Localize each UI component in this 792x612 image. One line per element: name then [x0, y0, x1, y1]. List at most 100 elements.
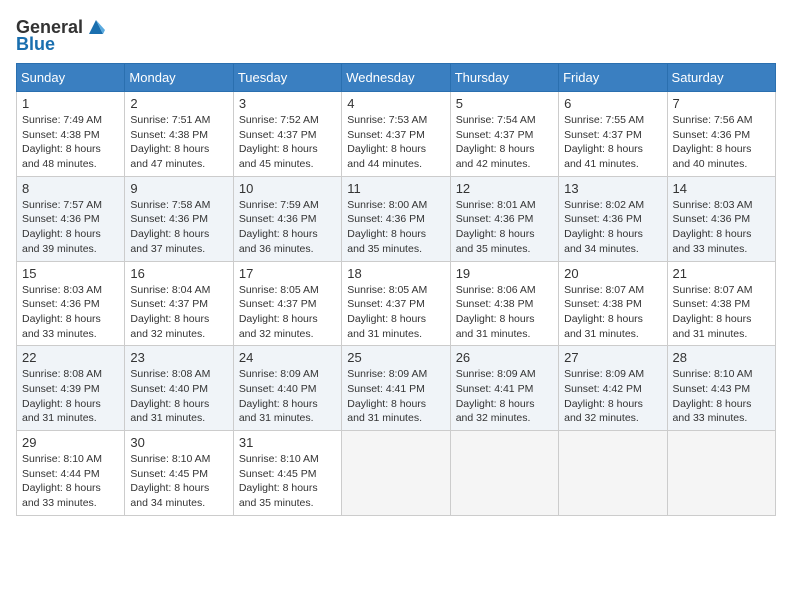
calendar-cell: 26 Sunrise: 8:09 AMSunset: 4:41 PMDayligh… [450, 346, 558, 431]
calendar-cell: 9 Sunrise: 7:58 AMSunset: 4:36 PMDaylight… [125, 176, 233, 261]
calendar-cell: 15 Sunrise: 8:03 AMSunset: 4:36 PMDayligh… [17, 261, 125, 346]
day-info: Sunrise: 7:52 AMSunset: 4:37 PMDaylight:… [239, 113, 336, 172]
day-number: 26 [456, 350, 553, 365]
day-number: 7 [673, 96, 770, 111]
calendar-cell: 20 Sunrise: 8:07 AMSunset: 4:38 PMDayligh… [559, 261, 667, 346]
calendar-cell: 19Sunrise: 8:06 AMSunset: 4:38 PMDayligh… [450, 261, 558, 346]
day-info: Sunrise: 8:09 AMSunset: 4:42 PMDaylight:… [564, 367, 661, 426]
calendar-cell: 3 Sunrise: 7:52 AMSunset: 4:37 PMDaylight… [233, 92, 341, 177]
day-number: 17 [239, 266, 336, 281]
calendar-cell: 7 Sunrise: 7:56 AMSunset: 4:36 PMDaylight… [667, 92, 775, 177]
calendar-cell: 25 Sunrise: 8:09 AMSunset: 4:41 PMDayligh… [342, 346, 450, 431]
day-info: Sunrise: 8:10 AMSunset: 4:45 PMDaylight:… [130, 452, 227, 511]
calendar-cell: 30 Sunrise: 8:10 AMSunset: 4:45 PMDayligh… [125, 431, 233, 516]
day-number: 1 [22, 96, 119, 111]
calendar-cell: 4 Sunrise: 7:53 AMSunset: 4:37 PMDaylight… [342, 92, 450, 177]
calendar-cell: 28 Sunrise: 8:10 AMSunset: 4:43 PMDayligh… [667, 346, 775, 431]
day-number: 21 [673, 266, 770, 281]
day-info: Sunrise: 8:00 AMSunset: 4:36 PMDaylight:… [347, 198, 444, 257]
day-info: Sunrise: 8:07 AMSunset: 4:38 PMDaylight:… [673, 283, 770, 342]
day-info: Sunrise: 8:10 AMSunset: 4:43 PMDaylight:… [673, 367, 770, 426]
calendar-cell: 6Sunrise: 7:55 AMSunset: 4:37 PMDaylight… [559, 92, 667, 177]
calendar-week-row: 15 Sunrise: 8:03 AMSunset: 4:36 PMDayligh… [17, 261, 776, 346]
calendar-cell [559, 431, 667, 516]
day-info: Sunrise: 8:09 AMSunset: 4:41 PMDaylight:… [347, 367, 444, 426]
day-info: Sunrise: 7:49 AMSunset: 4:38 PMDaylight:… [22, 113, 119, 172]
calendar-week-row: 22 Sunrise: 8:08 AMSunset: 4:39 PMDayligh… [17, 346, 776, 431]
day-number: 24 [239, 350, 336, 365]
logo: General Blue [16, 16, 107, 55]
header-thursday: Thursday [450, 64, 558, 92]
day-info: Sunrise: 8:09 AMSunset: 4:41 PMDaylight:… [456, 367, 553, 426]
day-number: 27 [564, 350, 661, 365]
calendar-cell: 23 Sunrise: 8:08 AMSunset: 4:40 PMDayligh… [125, 346, 233, 431]
day-info: Sunrise: 8:08 AMSunset: 4:40 PMDaylight:… [130, 367, 227, 426]
day-number: 23 [130, 350, 227, 365]
day-info: Sunrise: 8:03 AMSunset: 4:36 PMDaylight:… [22, 283, 119, 342]
calendar-week-row: 1 Sunrise: 7:49 AMSunset: 4:38 PMDaylight… [17, 92, 776, 177]
day-number: 19 [456, 266, 553, 281]
calendar-cell: 13 Sunrise: 8:02 AMSunset: 4:36 PMDayligh… [559, 176, 667, 261]
day-info: Sunrise: 8:07 AMSunset: 4:38 PMDaylight:… [564, 283, 661, 342]
day-number: 13 [564, 181, 661, 196]
day-number: 8 [22, 181, 119, 196]
calendar-cell: 10Sunrise: 7:59 AMSunset: 4:36 PMDayligh… [233, 176, 341, 261]
calendar-cell: 18 Sunrise: 8:05 AMSunset: 4:37 PMDayligh… [342, 261, 450, 346]
calendar-cell: 21 Sunrise: 8:07 AMSunset: 4:38 PMDayligh… [667, 261, 775, 346]
calendar-cell: 24 Sunrise: 8:09 AMSunset: 4:40 PMDayligh… [233, 346, 341, 431]
day-info: Sunrise: 7:57 AMSunset: 4:36 PMDaylight:… [22, 198, 119, 257]
calendar-cell [450, 431, 558, 516]
calendar-cell: 8 Sunrise: 7:57 AMSunset: 4:36 PMDaylight… [17, 176, 125, 261]
header-wednesday: Wednesday [342, 64, 450, 92]
day-info: Sunrise: 7:58 AMSunset: 4:36 PMDaylight:… [130, 198, 227, 257]
calendar-cell [667, 431, 775, 516]
calendar-cell: 5 Sunrise: 7:54 AMSunset: 4:37 PMDaylight… [450, 92, 558, 177]
calendar-cell: 14Sunrise: 8:03 AMSunset: 4:36 PMDayligh… [667, 176, 775, 261]
day-number: 18 [347, 266, 444, 281]
calendar-table: SundayMondayTuesdayWednesdayThursdayFrid… [16, 63, 776, 516]
day-info: Sunrise: 8:10 AMSunset: 4:45 PMDaylight:… [239, 452, 336, 511]
day-info: Sunrise: 7:51 AMSunset: 4:38 PMDaylight:… [130, 113, 227, 172]
day-number: 22 [22, 350, 119, 365]
day-number: 14 [673, 181, 770, 196]
day-number: 15 [22, 266, 119, 281]
day-number: 29 [22, 435, 119, 450]
day-number: 4 [347, 96, 444, 111]
day-info: Sunrise: 8:09 AMSunset: 4:40 PMDaylight:… [239, 367, 336, 426]
day-number: 5 [456, 96, 553, 111]
day-info: Sunrise: 7:54 AMSunset: 4:37 PMDaylight:… [456, 113, 553, 172]
calendar-cell: 31 Sunrise: 8:10 AMSunset: 4:45 PMDayligh… [233, 431, 341, 516]
day-number: 9 [130, 181, 227, 196]
calendar-cell [342, 431, 450, 516]
day-number: 3 [239, 96, 336, 111]
calendar-week-row: 29 Sunrise: 8:10 AMSunset: 4:44 PMDayligh… [17, 431, 776, 516]
day-number: 30 [130, 435, 227, 450]
calendar-cell: 2Sunrise: 7:51 AMSunset: 4:38 PMDaylight… [125, 92, 233, 177]
day-info: Sunrise: 8:05 AMSunset: 4:37 PMDaylight:… [239, 283, 336, 342]
day-number: 28 [673, 350, 770, 365]
header-monday: Monday [125, 64, 233, 92]
day-info: Sunrise: 7:53 AMSunset: 4:37 PMDaylight:… [347, 113, 444, 172]
day-info: Sunrise: 8:05 AMSunset: 4:37 PMDaylight:… [347, 283, 444, 342]
page-header: General Blue [16, 16, 776, 55]
day-number: 11 [347, 181, 444, 196]
day-info: Sunrise: 7:56 AMSunset: 4:36 PMDaylight:… [673, 113, 770, 172]
day-info: Sunrise: 8:10 AMSunset: 4:44 PMDaylight:… [22, 452, 119, 511]
day-number: 10 [239, 181, 336, 196]
day-info: Sunrise: 8:01 AMSunset: 4:36 PMDaylight:… [456, 198, 553, 257]
header-tuesday: Tuesday [233, 64, 341, 92]
day-number: 20 [564, 266, 661, 281]
calendar-cell: 16Sunrise: 8:04 AMSunset: 4:37 PMDayligh… [125, 261, 233, 346]
calendar-cell: 12 Sunrise: 8:01 AMSunset: 4:36 PMDayligh… [450, 176, 558, 261]
day-number: 12 [456, 181, 553, 196]
calendar-cell: 29 Sunrise: 8:10 AMSunset: 4:44 PMDayligh… [17, 431, 125, 516]
calendar-cell: 22 Sunrise: 8:08 AMSunset: 4:39 PMDayligh… [17, 346, 125, 431]
day-info: Sunrise: 8:08 AMSunset: 4:39 PMDaylight:… [22, 367, 119, 426]
day-info: Sunrise: 8:02 AMSunset: 4:36 PMDaylight:… [564, 198, 661, 257]
header-friday: Friday [559, 64, 667, 92]
header-saturday: Saturday [667, 64, 775, 92]
day-info: Sunrise: 8:04 AMSunset: 4:37 PMDaylight:… [130, 283, 227, 342]
day-number: 31 [239, 435, 336, 450]
day-number: 6 [564, 96, 661, 111]
day-number: 25 [347, 350, 444, 365]
